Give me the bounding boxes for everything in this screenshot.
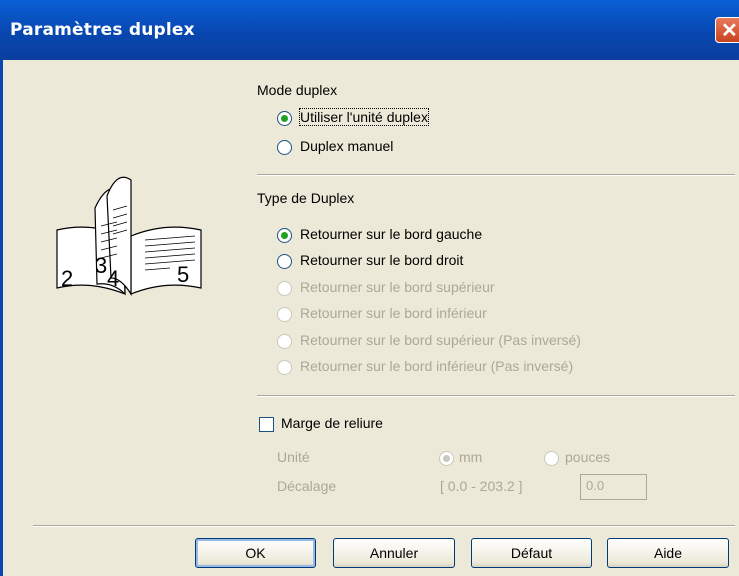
ok-button[interactable]: OK — [195, 538, 316, 568]
mode-duplex-heading: Mode duplex — [257, 82, 338, 98]
radio-duplex-manuel[interactable] — [277, 140, 292, 155]
close-icon: ✕ — [721, 20, 738, 42]
window-title: Paramètres duplex — [10, 20, 195, 40]
separator-bottom — [33, 525, 735, 527]
separator-2 — [257, 395, 735, 397]
page-number-3: 3 — [95, 253, 107, 278]
default-button[interactable]: Défaut — [471, 538, 592, 568]
radio-bord-superieur — [277, 281, 292, 296]
close-button[interactable]: ✕ — [715, 17, 739, 43]
radio-bord-gauche-label[interactable]: Retourner sur le bord gauche — [300, 226, 482, 242]
radio-bord-inferieur-label: Retourner sur le bord inférieur — [300, 305, 487, 321]
marge-reliure-label[interactable]: Marge de reliure — [281, 415, 383, 431]
help-button[interactable]: Aide — [607, 538, 729, 568]
radio-unit-pouces — [544, 451, 559, 466]
decalage-range: [ 0.0 - 203.2 ] — [440, 478, 523, 494]
radio-bord-droit-label[interactable]: Retourner sur le bord droit — [300, 252, 463, 268]
page-number-2: 2 — [61, 266, 73, 291]
page-number-5: 5 — [177, 262, 189, 287]
radio-bord-gauche[interactable] — [277, 228, 292, 243]
title-bar[interactable]: Paramètres duplex ✕ — [0, 0, 739, 60]
radio-bord-inferieur-pas-inverse — [277, 360, 292, 375]
radio-bord-inferieur — [277, 307, 292, 322]
radio-unite-duplex-label[interactable]: Utiliser l'unité duplex — [299, 108, 429, 126]
radio-bord-inferieur-pas-inverse-label: Retourner sur le bord inférieur (Pas inv… — [300, 358, 574, 374]
radio-duplex-manuel-label[interactable]: Duplex manuel — [300, 138, 393, 154]
radio-unit-pouces-label: pouces — [565, 449, 611, 465]
type-duplex-heading: Type de Duplex — [257, 190, 355, 206]
radio-bord-superieur-pas-inverse — [277, 334, 292, 349]
decalage-label: Décalage — [277, 478, 337, 494]
separator-1 — [257, 174, 735, 176]
cancel-button[interactable]: Annuler — [333, 538, 455, 568]
radio-bord-droit[interactable] — [277, 254, 292, 269]
unite-label: Unité — [277, 449, 310, 465]
decalage-input: 0.0 — [580, 474, 647, 500]
duplex-booklet-illustration: 2 3 4 5 — [56, 176, 202, 297]
radio-bord-superieur-pas-inverse-label: Retourner sur le bord supérieur (Pas inv… — [300, 332, 581, 348]
radio-unit-mm — [439, 451, 454, 466]
dialog-body: 2 3 4 5 Mode duplex Utiliser l'unité dup… — [0, 60, 739, 576]
marge-reliure-checkbox[interactable] — [259, 417, 274, 432]
radio-unite-duplex[interactable] — [277, 111, 292, 126]
radio-unit-mm-label: mm — [459, 449, 483, 465]
radio-bord-superieur-label: Retourner sur le bord supérieur — [300, 279, 495, 295]
page-number-4: 4 — [107, 266, 119, 291]
